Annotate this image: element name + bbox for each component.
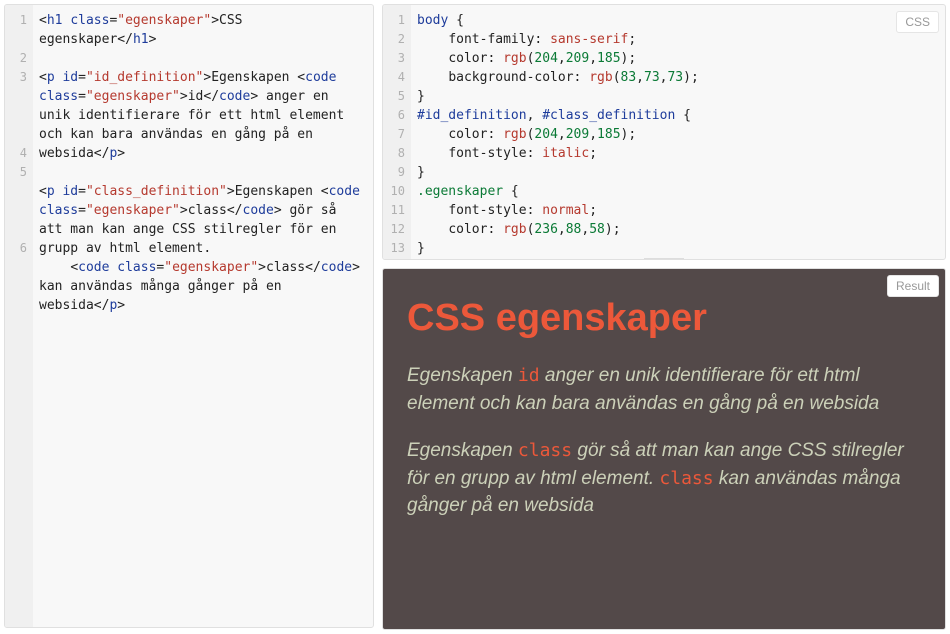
css-editor-pane: CSS 12345678910111213 body { font-family…: [382, 4, 946, 260]
html-code[interactable]: <h1 class="egenskaper">CSS egenskaper</h…: [33, 5, 373, 627]
result-code-class: class: [518, 440, 572, 461]
result-code-class: class: [659, 468, 713, 489]
vertical-resize-handle[interactable]: [644, 257, 684, 260]
result-code-id: id: [518, 365, 540, 386]
css-editor[interactable]: 12345678910111213 body { font-family: sa…: [383, 5, 945, 259]
css-code[interactable]: body { font-family: sans-serif; color: r…: [411, 5, 945, 259]
html-editor[interactable]: 123456 <h1 class="egenskaper">CSS egensk…: [5, 5, 373, 627]
css-badge: CSS: [896, 11, 939, 33]
fiddle-layout: 123456 <h1 class="egenskaper">CSS egensk…: [0, 0, 950, 634]
html-gutter: 123456: [5, 5, 33, 627]
result-text: Egenskapen: [407, 440, 518, 461]
result-paragraph-id: Egenskapen id anger en unik identifierar…: [407, 362, 921, 417]
html-editor-pane: 123456 <h1 class="egenskaper">CSS egensk…: [4, 4, 374, 628]
result-text: Egenskapen: [407, 365, 518, 386]
result-pane: Result CSS egenskaper Egenskapen id ange…: [382, 268, 946, 630]
result-badge: Result: [887, 275, 939, 297]
right-column: CSS 12345678910111213 body { font-family…: [382, 4, 946, 630]
result-paragraph-class: Egenskapen class gör så att man kan ange…: [407, 437, 921, 520]
result-heading: CSS egenskaper: [407, 297, 921, 340]
css-gutter: 12345678910111213: [383, 5, 411, 259]
